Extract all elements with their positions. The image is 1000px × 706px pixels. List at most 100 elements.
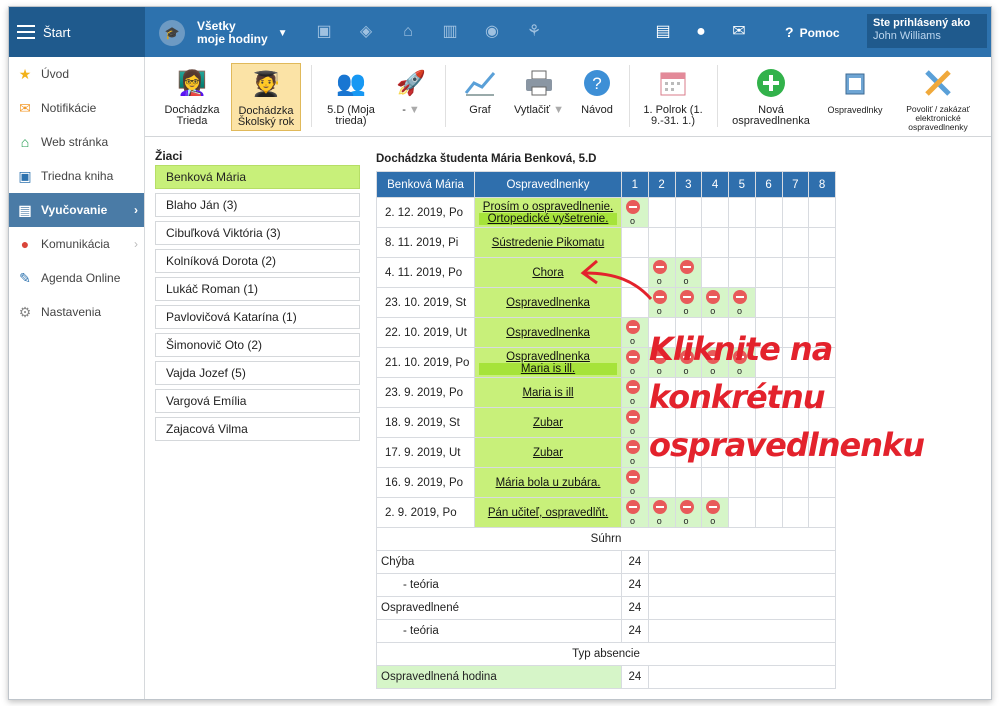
sidebar-item-agenda[interactable]: ✎ Agenda Online	[9, 261, 144, 295]
hour-cell	[754, 257, 783, 288]
dochadzka-trieda-button[interactable]: 👩‍🏫 Dochádzka Trieda	[159, 57, 225, 137]
absence-symbol: o	[630, 396, 636, 406]
excuse-link[interactable]: Zubar	[475, 417, 621, 429]
hour-cell	[754, 197, 783, 228]
hour-cell	[701, 227, 729, 258]
user-box[interactable]: Ste prihlásený ako John Williams	[867, 14, 987, 48]
student-item[interactable]: Šimonovič Oto (2)	[155, 333, 360, 357]
attendance-row: 2. 12. 2019, Po Prosím o ospravedlnenie. O…	[376, 197, 836, 228]
navod-button[interactable]: ? Návod	[573, 57, 621, 137]
student-item[interactable]: Kolníková Dorota (2)	[155, 249, 360, 273]
hour-header: 1	[621, 171, 649, 198]
briefcase-icon[interactable]: ▣	[309, 19, 339, 45]
sidebar-item-uvod[interactable]: ★ Úvod	[9, 57, 144, 91]
bar-chart-icon[interactable]: ▥	[435, 19, 465, 45]
excuse-link[interactable]: Sústredenie Pikomatu	[475, 237, 621, 249]
student-item[interactable]: Pavlovičová Katarína (1)	[155, 305, 360, 329]
hour-cell	[728, 227, 756, 258]
minus-circle-icon	[626, 350, 640, 364]
sidebar-item-triedna-kniha[interactable]: ▣ Triedna kniha	[9, 159, 144, 193]
graf-button[interactable]: Graf	[455, 57, 505, 137]
student-item[interactable]: Cibuľková Viktória (3)	[155, 221, 360, 245]
attendance-row: 16. 9. 2019, Po Mária bola u zubára. o	[376, 467, 836, 498]
hour-cell	[647, 467, 676, 498]
sidebar-item-notifikacie[interactable]: ✉ Notifikácie	[9, 91, 144, 125]
student-item[interactable]: Blaho Ján (3)	[155, 193, 360, 217]
hour-cell	[808, 497, 836, 528]
toolbar: 👩‍🏫 Dochádzka Trieda 🧑‍🎓 Dochádzka Školský…	[145, 57, 991, 137]
gear-icon: ⚙	[18, 303, 32, 320]
row-date: 2. 9. 2019, Po	[376, 497, 475, 528]
students-heading: Žiaci	[155, 149, 183, 163]
excuse-link[interactable]: Prosím o ospravedlnenie.	[475, 201, 621, 213]
class-select[interactable]: 👥 5.D (Moja trieda)	[317, 57, 385, 137]
dash-select[interactable]: 🚀 - ▼	[387, 57, 435, 137]
absence-mark: o	[621, 377, 649, 408]
excuse-link[interactable]: Ospravedlnenka	[475, 351, 621, 363]
app-window: Štart 🎓 Všetky moje hodiny ▼ ▣ ◈ ⌂ ▥ ◉ ⚘…	[8, 6, 992, 700]
student-item[interactable]: Vargová Emília	[155, 389, 360, 413]
hour-cell	[728, 197, 756, 228]
start-menu-button[interactable]: Štart	[9, 7, 145, 57]
minus-circle-icon	[626, 380, 640, 394]
institution-icon[interactable]: ⌂	[393, 19, 423, 45]
absence-mark: o	[621, 317, 649, 348]
ospravedlnky-button[interactable]: Ospravedlnky	[821, 57, 889, 137]
chat-icon[interactable]: ●	[687, 19, 715, 45]
excuse-link[interactable]: Zubar	[475, 447, 621, 459]
shield-icon[interactable]: ◈	[351, 19, 381, 45]
polrok-select[interactable]: 1. Polrok (1. 9.-31. 1.)	[635, 57, 711, 137]
sidebar-item-komunikacia[interactable]: ● Komunikácia ›	[9, 227, 144, 261]
student-item[interactable]: Benková Mária	[155, 165, 360, 189]
summary-heading: Súhrn	[376, 527, 836, 551]
vytlacit-button[interactable]: Vytlačiť ▼	[509, 57, 569, 137]
minus-circle-icon	[626, 410, 640, 424]
hour-cell	[808, 467, 836, 498]
hamburger-icon	[17, 25, 35, 39]
home-icon: ⌂	[20, 134, 30, 150]
summary-value: 24	[621, 550, 649, 574]
absence-mark: o	[701, 497, 729, 528]
hour-cell	[754, 287, 783, 318]
envelope-icon[interactable]: ✉	[725, 19, 753, 45]
excuse-link[interactable]: Maria is ill	[475, 387, 621, 399]
column-header-excuses: Ospravedlnenky	[474, 171, 622, 198]
palette-icon[interactable]: ◉	[477, 19, 507, 45]
excuse-link[interactable]: Pán učiteľ, ospravedlňt.	[475, 507, 621, 519]
minus-circle-icon	[626, 500, 640, 514]
sidebar-item-web[interactable]: ⌂ Web stránka	[9, 125, 144, 159]
student-item[interactable]: Lukáč Roman (1)	[155, 277, 360, 301]
sidebar-item-vyucovanie[interactable]: ▤ Vyučovanie ›	[9, 193, 144, 227]
hour-header: 4	[701, 171, 729, 198]
excuse-link[interactable]: Ospravedlnenka	[475, 327, 621, 339]
lesson-selector[interactable]: 🎓 Všetky moje hodiny ▼	[159, 16, 299, 50]
excuse-link[interactable]: Ortopedické vyšetrenie.	[479, 212, 617, 225]
hour-cell	[674, 467, 703, 498]
dochadzka-rok-button[interactable]: 🧑‍🎓 Dochádzka Školský rok	[231, 63, 301, 131]
hour-cell	[754, 467, 783, 498]
clipboard-icon	[821, 63, 889, 103]
attendance-title: Dochádzka študenta Mária Benková, 5.D	[376, 153, 597, 165]
book-icon: ▣	[18, 167, 32, 184]
presentation-icon[interactable]: ▤	[649, 19, 677, 45]
people-run-icon[interactable]: ⚘	[519, 19, 549, 45]
summary-label: - teória	[376, 573, 622, 597]
absence-symbol: o	[630, 366, 636, 376]
excuse-cell: Ospravedlnenka Maria is ill.	[474, 347, 622, 378]
mail-icon: ✉	[19, 99, 31, 116]
summary-value: 24	[621, 619, 649, 643]
sidebar-item-nastavenia[interactable]: ⚙ Nastavenia	[9, 295, 144, 329]
absence-symbol: o	[656, 306, 662, 316]
excuse-cell: Maria is ill	[474, 377, 622, 408]
excuse-link[interactable]: Mária bola u zubára.	[475, 477, 621, 489]
nova-ospravedlnenka-button[interactable]: Nová ospravedlnenka	[725, 57, 817, 137]
student-item[interactable]: Vajda Jozef (5)	[155, 361, 360, 385]
help-button[interactable]: ? Pomoc	[785, 24, 840, 40]
student-item[interactable]: Zajacová Vilma	[155, 417, 360, 441]
start-label: Štart	[43, 24, 71, 40]
excuse-link[interactable]: Maria is ill.	[479, 362, 617, 375]
attendance-row: 8. 11. 2019, Pi Sústredenie Pikomatu	[376, 227, 836, 258]
absence-symbol: o	[630, 426, 636, 436]
povolit-zakazat-button[interactable]: Povoliť / zakázať elektronické ospravedlne…	[893, 57, 983, 137]
absence-symbol: o	[683, 306, 689, 316]
